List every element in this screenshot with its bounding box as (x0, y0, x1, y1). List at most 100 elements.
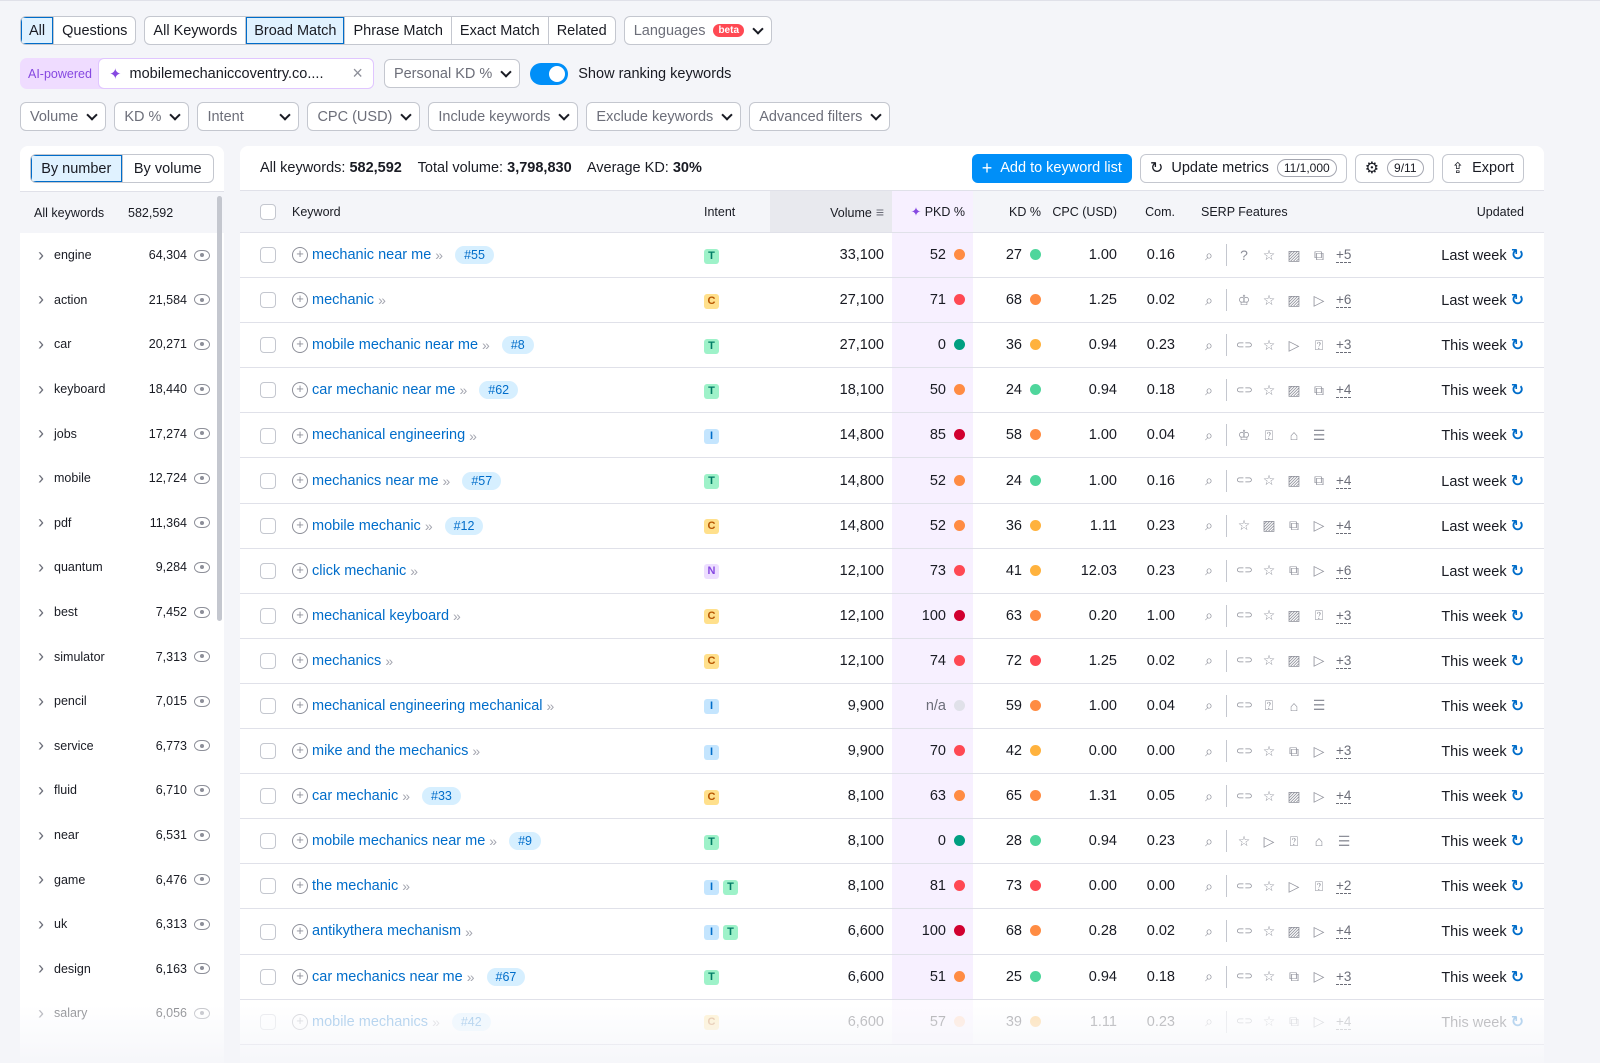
header-keyword[interactable]: Keyword (292, 190, 704, 233)
header-updated[interactable]: Updated (1365, 190, 1544, 233)
header-volume[interactable]: Volume ≡ (770, 190, 892, 233)
sidebar-all-keywords[interactable]: All keywords 582,592 (20, 191, 224, 233)
select-all-checkbox[interactable] (260, 203, 276, 220)
serp-preview-icon[interactable]: ⌕ (1201, 652, 1217, 669)
header-cpc[interactable]: CPC (USD) (1049, 190, 1129, 233)
sidebar-item-mobile[interactable]: › mobile 12,724 (20, 456, 224, 501)
refresh-icon[interactable]: ↻ (1511, 743, 1524, 760)
table-row[interactable]: + mechanics near me» #57 T 14,800 52 24 1.00 0.1… (240, 457, 1544, 504)
eye-icon[interactable] (194, 695, 210, 707)
more-serp-features-link[interactable]: +4 (1336, 1014, 1352, 1030)
tab-phrase-match[interactable]: Phrase Match (344, 17, 450, 44)
keyword-details-icon[interactable]: » (378, 292, 386, 308)
keyword-link[interactable]: mechanical engineering mechanical (312, 698, 543, 714)
table-row[interactable]: + mike and the mechanics» I 9,900 70 42 0.00 0.… (240, 728, 1544, 775)
serp-preview-icon[interactable]: ⌕ (1201, 472, 1217, 489)
eye-icon[interactable] (194, 874, 210, 886)
refresh-icon[interactable]: ↻ (1511, 1014, 1524, 1031)
row-checkbox[interactable] (260, 607, 276, 624)
kd-dropdown[interactable]: KD % (114, 102, 190, 131)
tab-all[interactable]: All (21, 17, 54, 44)
add-keyword-icon[interactable]: + (292, 517, 308, 534)
personal-kd-dropdown[interactable]: Personal KD % (383, 59, 521, 88)
update-metrics-button[interactable]: ↻ Update metrics 11/1,000 (1139, 153, 1347, 183)
row-checkbox[interactable] (260, 337, 276, 354)
keyword-details-icon[interactable]: » (443, 473, 451, 489)
exclude-keywords-dropdown[interactable]: Exclude keywords (586, 102, 742, 131)
serp-preview-icon[interactable]: ⌕ (1201, 1013, 1217, 1030)
row-checkbox[interactable] (260, 698, 276, 715)
chevron-right-icon[interactable]: › (20, 958, 54, 979)
table-row[interactable]: + mechanical engineering mechanical» I 9,90… (240, 683, 1544, 730)
more-serp-features-link[interactable]: +3 (1336, 653, 1352, 669)
keyword-link[interactable]: the mechanic (312, 878, 398, 894)
add-keyword-icon[interactable]: + (292, 607, 308, 624)
keyword-details-icon[interactable]: » (435, 247, 443, 263)
serp-preview-icon[interactable]: ⌕ (1201, 337, 1217, 354)
more-serp-features-link[interactable]: +4 (1336, 788, 1352, 805)
refresh-icon[interactable]: ↻ (1511, 247, 1524, 264)
table-row[interactable]: + click mechanic» N 12,100 73 41 12.03 0.23 ⌕ ⊂⊃ ☆… (240, 548, 1544, 594)
chevron-right-icon[interactable]: › (20, 289, 54, 310)
keyword-link[interactable]: car mechanic (312, 788, 398, 804)
refresh-icon[interactable]: ↻ (1511, 337, 1524, 354)
eye-icon[interactable] (194, 428, 210, 440)
export-button[interactable]: ⇪ Export (1441, 153, 1524, 183)
row-checkbox[interactable] (260, 1013, 276, 1030)
table-row[interactable]: + mechanics» C 12,100 74 72 1.25 0.02 ⌕ ⊂⊃ ☆ ▨ ▷ +3 Th… (240, 638, 1544, 684)
header-pkd[interactable]: ✦ PKD % (892, 190, 973, 233)
tab-by-number[interactable]: By number (31, 155, 122, 182)
eye-icon[interactable] (194, 606, 210, 618)
row-checkbox[interactable] (260, 878, 276, 895)
clear-icon[interactable]: × (352, 63, 363, 84)
add-keyword-icon[interactable]: + (292, 292, 308, 309)
row-checkbox[interactable] (260, 247, 276, 264)
keyword-details-icon[interactable]: » (469, 428, 477, 444)
refresh-icon[interactable]: ↻ (1511, 833, 1524, 850)
add-keyword-icon[interactable]: + (292, 698, 308, 715)
row-checkbox[interactable] (260, 833, 276, 850)
keyword-details-icon[interactable]: » (385, 653, 393, 669)
refresh-icon[interactable]: ↻ (1511, 473, 1524, 490)
sidebar-item-engine[interactable]: › engine 64,304 (20, 233, 224, 278)
row-checkbox[interactable] (260, 968, 276, 985)
sidebar-item-fluid[interactable]: › fluid 6,710 (20, 768, 224, 813)
header-com[interactable]: Com. (1129, 190, 1189, 233)
keyword-details-icon[interactable]: » (425, 518, 433, 534)
sidebar-item-salary[interactable]: › salary 6,056 (20, 991, 224, 1036)
serp-preview-icon[interactable]: ⌕ (1201, 968, 1217, 985)
refresh-icon[interactable]: ↻ (1511, 518, 1524, 535)
keyword-link[interactable]: mechanic (312, 292, 374, 308)
chevron-right-icon[interactable]: › (20, 423, 54, 444)
chevron-right-icon[interactable]: › (20, 557, 54, 578)
refresh-icon[interactable]: ↻ (1511, 698, 1524, 715)
eye-icon[interactable] (194, 784, 210, 796)
serp-preview-icon[interactable]: ⌕ (1201, 788, 1217, 805)
sidebar-item-near[interactable]: › near 6,531 (20, 813, 224, 858)
table-row[interactable]: + antikythera mechanism» I T 6,600 100 68 0.28 0… (240, 908, 1544, 955)
table-row[interactable]: + car mechanics near me» #67 T 6,600 51 25 0.94… (240, 954, 1544, 1000)
keyword-details-icon[interactable]: » (465, 924, 473, 940)
sidebar-item-game[interactable]: › game 6,476 (20, 857, 224, 902)
eye-icon[interactable] (194, 472, 210, 484)
keyword-details-icon[interactable]: » (547, 698, 555, 714)
add-keyword-icon[interactable]: + (292, 652, 308, 669)
table-row[interactable]: + mechanical engineering» I 14,800 85 58 1.00 0… (240, 412, 1544, 459)
more-serp-features-link[interactable]: +6 (1336, 563, 1352, 579)
add-keyword-icon[interactable]: + (292, 562, 308, 579)
keyword-link[interactable]: antikythera mechanism (312, 924, 461, 940)
serp-preview-icon[interactable]: ⌕ (1201, 517, 1217, 534)
tab-related[interactable]: Related (547, 17, 615, 44)
table-row[interactable]: + mechanic near me» #55 T 33,100 52 27 1.00 0.16… (240, 232, 1544, 279)
sidebar-item-car[interactable]: › car 20,271 (20, 322, 224, 367)
include-keywords-dropdown[interactable]: Include keywords (428, 102, 579, 131)
keyword-details-icon[interactable]: » (489, 833, 497, 849)
tab-broad-match[interactable]: Broad Match (245, 17, 345, 44)
sidebar-item-service[interactable]: › service 6,773 (20, 724, 224, 769)
row-checkbox[interactable] (260, 472, 276, 489)
volume-dropdown[interactable]: Volume (20, 102, 107, 131)
serp-preview-icon[interactable]: ⌕ (1201, 833, 1217, 850)
sidebar-item-action[interactable]: › action 21,584 (20, 278, 224, 323)
row-checkbox[interactable] (260, 427, 276, 444)
keyword-details-icon[interactable]: » (453, 608, 461, 624)
